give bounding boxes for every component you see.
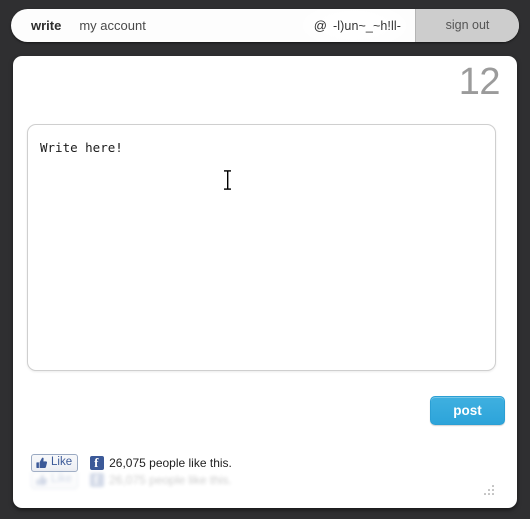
top-navigation-bar: write my account @ -l)un~_~h!ll- sign ou… — [11, 9, 519, 42]
post-button[interactable]: post — [430, 396, 505, 425]
main-content-card: 12 post Like 26,075 p — [13, 56, 517, 508]
nav-link-my-account[interactable]: my account — [70, 9, 154, 42]
facebook-like-label-ghost: Like — [51, 473, 73, 486]
facebook-icon-ghost — [90, 472, 105, 488]
nav-links-group: write my account — [11, 9, 155, 42]
character-counter: 12 — [458, 61, 501, 103]
nav-link-write[interactable]: write — [22, 9, 70, 42]
sign-out-button[interactable]: sign out — [416, 9, 519, 42]
like-count-text: 26,075 people like this. — [109, 456, 232, 470]
username-text: -l)un~_~h!ll- — [333, 18, 401, 33]
thumbs-up-icon-ghost — [36, 474, 48, 486]
account-username-display[interactable]: @ -l)un~_~h!ll- — [295, 9, 415, 42]
social-like-row: Like 26,075 people like this. — [31, 452, 232, 474]
facebook-like-button[interactable]: Like — [31, 454, 79, 472]
resize-grip-icon[interactable] — [484, 485, 495, 496]
at-symbol-icon: @ — [313, 18, 327, 33]
facebook-icon — [90, 455, 105, 471]
facebook-like-label: Like — [51, 456, 73, 469]
message-composer-textarea[interactable] — [27, 124, 496, 371]
app-window: write my account @ -l)un~_~h!ll- sign ou… — [0, 0, 530, 519]
like-count-text-ghost: 26,075 people like this. — [109, 473, 232, 487]
thumbs-up-icon — [36, 457, 48, 469]
